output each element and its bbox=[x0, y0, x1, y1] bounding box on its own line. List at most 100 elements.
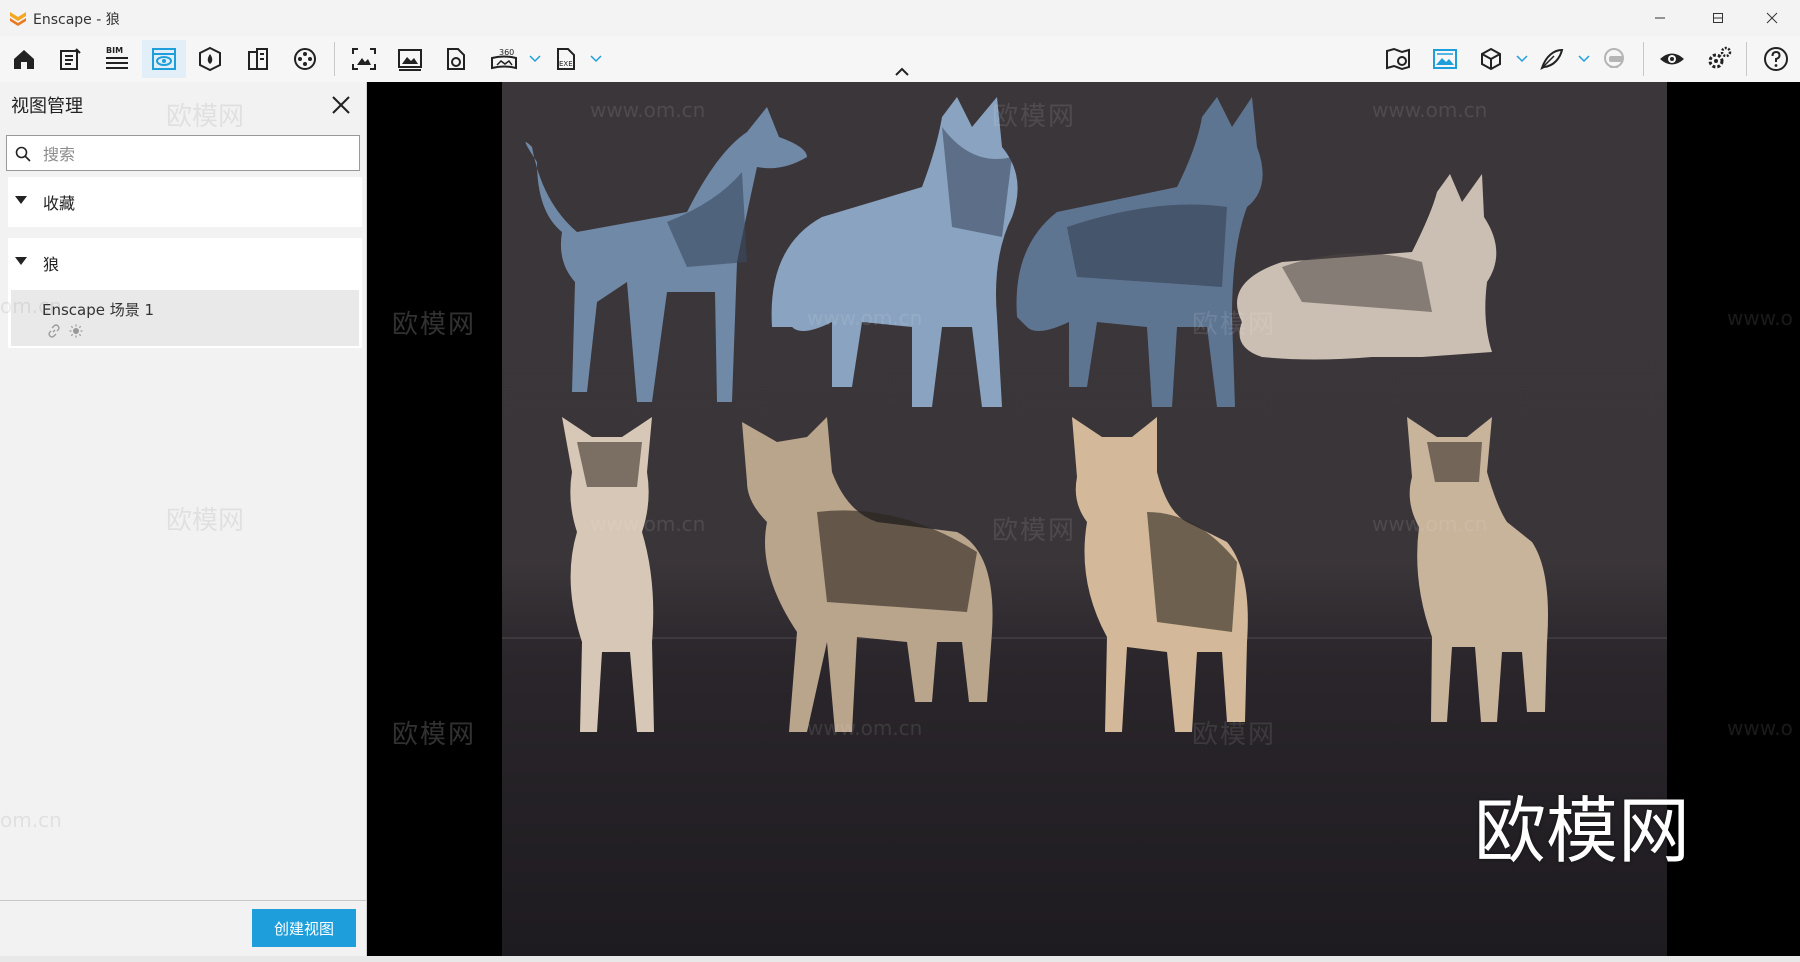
watermark: 欧模网 bbox=[166, 506, 245, 536]
file-export-icon bbox=[447, 48, 465, 70]
section-label: 收藏 bbox=[43, 194, 76, 213]
panorama-button[interactable]: 360 bbox=[482, 40, 526, 78]
sun-icon bbox=[69, 324, 83, 338]
notes-button[interactable] bbox=[48, 40, 92, 78]
watermark: 欧模网 bbox=[1192, 310, 1277, 340]
building-icon bbox=[248, 48, 268, 70]
feedback-dropdown[interactable] bbox=[1576, 40, 1592, 78]
search-input[interactable] bbox=[41, 140, 355, 168]
exe-file-icon: EXE bbox=[557, 48, 575, 70]
view-management-button[interactable] bbox=[142, 40, 186, 78]
watermark-url: www.om.cn bbox=[1372, 98, 1488, 122]
help-button[interactable] bbox=[1754, 40, 1798, 78]
chevron-down-icon bbox=[590, 55, 602, 63]
wolf-figure bbox=[1407, 417, 1548, 722]
favorites-section: 收藏 bbox=[8, 177, 362, 227]
film-reel-icon bbox=[294, 48, 316, 70]
vr-headset-button[interactable] bbox=[1592, 40, 1636, 78]
feedback-button[interactable] bbox=[1530, 40, 1574, 78]
close-panel-icon[interactable] bbox=[330, 94, 352, 116]
watermark: 欧模网 bbox=[1192, 720, 1277, 750]
watermark-url: www.o bbox=[1727, 306, 1793, 330]
visibility-button[interactable] bbox=[1650, 40, 1694, 78]
cube-icon bbox=[1481, 47, 1501, 71]
vr-headset-icon bbox=[1604, 48, 1624, 68]
watermark: 欧模网 bbox=[392, 720, 477, 750]
maximize-window-button[interactable] bbox=[1692, 4, 1744, 32]
chevron-down-icon bbox=[1578, 55, 1590, 63]
view-management-panel: 视图管理 收藏 狼 Enscape 场景 1 欧模网 欧模网 om.cn om.… bbox=[0, 82, 367, 956]
minimize-icon bbox=[1655, 17, 1665, 19]
create-view-button[interactable]: 创建视图 bbox=[252, 909, 356, 947]
asset-library-button[interactable] bbox=[236, 40, 280, 78]
collapse-toolbar-icon[interactable] bbox=[893, 66, 911, 78]
home-button[interactable] bbox=[2, 40, 46, 78]
watermark-large: 欧模网 bbox=[1474, 789, 1691, 873]
wolf-figure bbox=[1072, 417, 1248, 732]
export-file-button[interactable] bbox=[434, 40, 478, 78]
watermark-url: www.om.cn bbox=[807, 716, 923, 740]
view-management-icon bbox=[152, 48, 176, 70]
view-item[interactable]: Enscape 场景 1 bbox=[11, 290, 359, 346]
watermark: 欧模网 bbox=[166, 102, 245, 132]
close-window-button[interactable] bbox=[1746, 4, 1798, 32]
wolf-section-header[interactable]: 狼 bbox=[8, 238, 362, 286]
image-icon bbox=[398, 49, 422, 71]
bim-button[interactable]: BIM bbox=[95, 40, 139, 78]
material-icon bbox=[199, 46, 221, 72]
search-icon bbox=[15, 146, 31, 162]
watermark-url: www.om.cn bbox=[807, 306, 923, 330]
watermark-url: om.cn bbox=[0, 294, 62, 318]
bim-icon: BIM bbox=[106, 46, 128, 69]
video-editor-button[interactable] bbox=[283, 40, 327, 78]
watermark-url: www.o bbox=[1727, 716, 1793, 740]
status-strip bbox=[0, 956, 1800, 962]
export-exe-button[interactable]: EXE bbox=[544, 40, 588, 78]
panel-title: 视图管理 bbox=[11, 96, 83, 117]
panel-footer-divider bbox=[0, 900, 366, 901]
watermark: 欧模网 bbox=[992, 516, 1077, 546]
wolf-figure bbox=[742, 417, 993, 732]
svg-text:BIM: BIM bbox=[106, 46, 123, 55]
caret-down-icon bbox=[15, 257, 27, 265]
wolf-figure bbox=[1237, 174, 1497, 360]
watermark-url: www.om.cn bbox=[1372, 512, 1488, 536]
help-icon bbox=[1764, 47, 1788, 71]
panorama-360-icon: 360 bbox=[491, 48, 517, 70]
watermark-url: www.om.cn bbox=[590, 512, 706, 536]
wolf-section: 狼 Enscape 场景 1 bbox=[8, 238, 362, 348]
minimize-window-button[interactable] bbox=[1634, 4, 1686, 32]
export-dropdown[interactable] bbox=[588, 40, 604, 78]
watermark: 欧模网 bbox=[392, 310, 477, 340]
landscape-icon bbox=[1433, 49, 1457, 69]
watermark: 欧模网 bbox=[992, 102, 1077, 132]
gear-icon bbox=[1708, 46, 1732, 69]
notes-icon bbox=[60, 48, 81, 70]
screenshot-icon bbox=[352, 48, 376, 70]
visual-settings-dropdown[interactable] bbox=[1514, 40, 1530, 78]
svg-text:EXE: EXE bbox=[559, 60, 573, 68]
link-icon bbox=[48, 324, 60, 338]
screenshot-button[interactable] bbox=[342, 40, 386, 78]
panorama-dropdown[interactable] bbox=[527, 40, 543, 78]
watermark-url: www.om.cn bbox=[590, 98, 706, 122]
enscape-logo-icon bbox=[10, 12, 26, 26]
home-icon bbox=[14, 50, 34, 69]
wolf-figure bbox=[562, 417, 654, 732]
close-icon bbox=[1766, 12, 1778, 24]
favorites-header[interactable]: 收藏 bbox=[8, 177, 362, 225]
map-button[interactable] bbox=[1376, 40, 1420, 78]
batch-render-button[interactable] bbox=[388, 40, 432, 78]
map-pin-icon bbox=[1386, 47, 1410, 71]
atmosphere-button[interactable] bbox=[1423, 40, 1467, 78]
settings-button[interactable] bbox=[1697, 40, 1741, 78]
render-viewport[interactable]: www.om.cn 欧模网 www.om.cn 欧模网 www.om.cn 欧模… bbox=[367, 82, 1800, 956]
maximize-icon bbox=[1713, 13, 1723, 23]
feather-icon bbox=[1540, 48, 1564, 70]
section-label: 狼 bbox=[43, 255, 60, 274]
eye-icon bbox=[1660, 53, 1684, 65]
watermark-url: om.cn bbox=[0, 808, 62, 832]
visual-settings-button[interactable] bbox=[1469, 40, 1513, 78]
title-bar: Enscape - 狼 bbox=[0, 0, 1800, 36]
material-button[interactable] bbox=[188, 40, 232, 78]
